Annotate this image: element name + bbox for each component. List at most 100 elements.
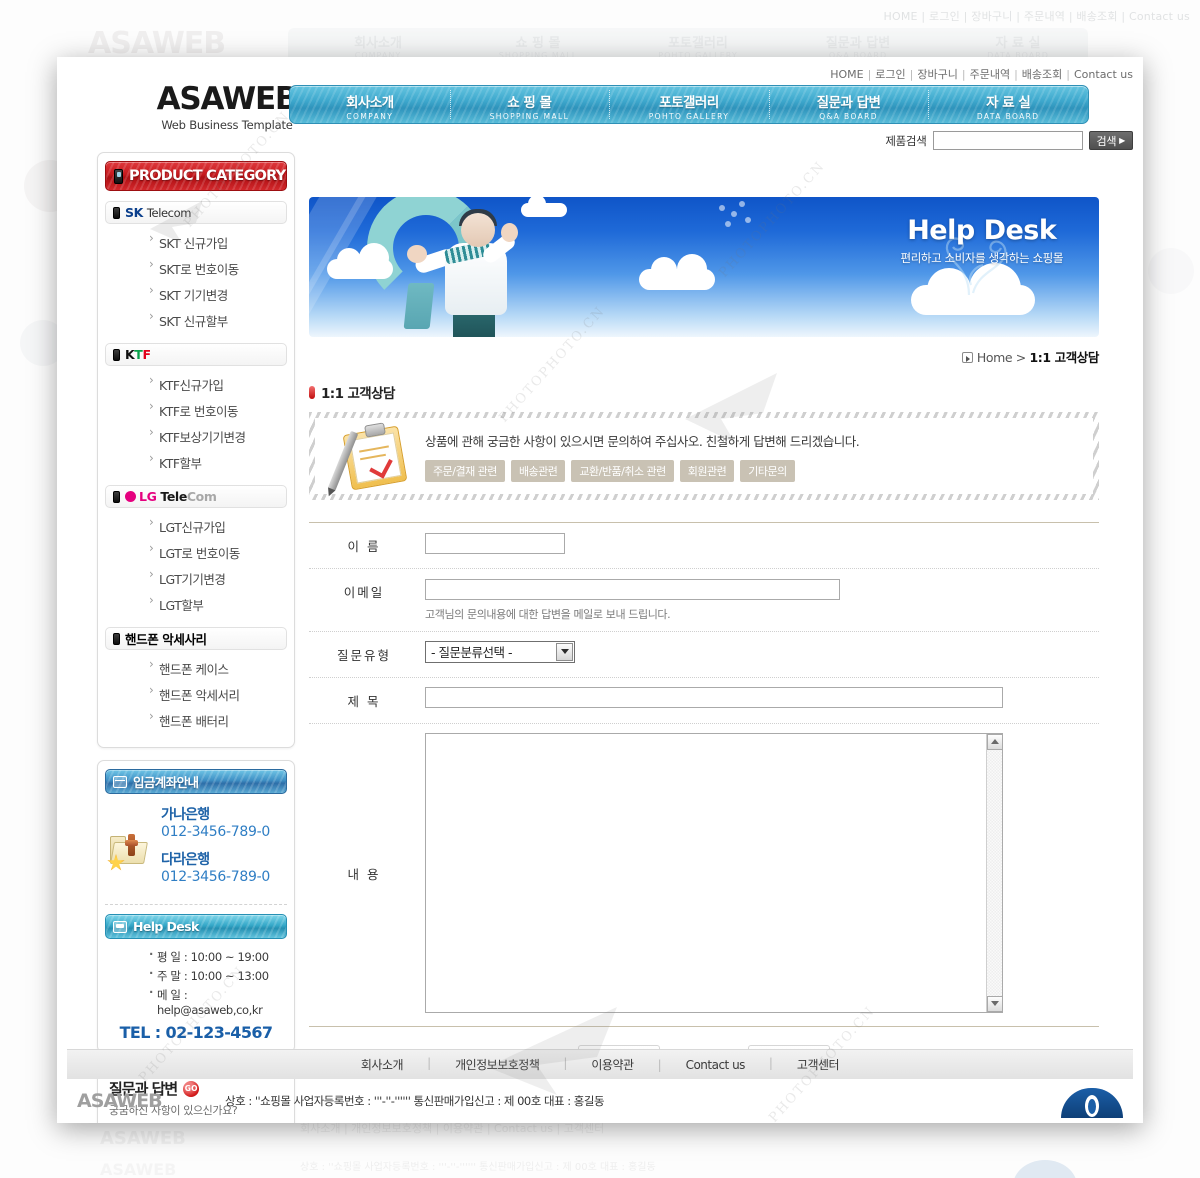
helpdesk-hours: 평 일 : 10:00 ~ 19:00 주 말 : 10:00 ~ 13:00 … (108, 947, 287, 1018)
nav-item-company[interactable]: 회사소개 COMPANY (290, 86, 450, 123)
menu-item-skt-new[interactable]: SKT 신규가입 (145, 229, 287, 255)
menu-item-skt-port[interactable]: SKT로 번호이동 (145, 255, 287, 281)
person-illustration (407, 209, 518, 337)
footer-logo: ASAWEB (77, 1090, 163, 1112)
helpdesk-weekday: 평 일 : 10:00 ~ 19:00 (148, 947, 287, 966)
textarea-scrollbar[interactable] (986, 733, 1003, 1012)
ghost-top-links: HOME | 로그인 | 장바구니 | 주문내역 | 배송조회 | Contac… (883, 10, 1190, 23)
breadcrumb-current: 1:1 고객상담 (1029, 350, 1099, 365)
nav-item-company-en: COMPANY (346, 112, 394, 121)
question-type-selected: - 질문분류선택 - (431, 645, 512, 660)
menu-item-lgt-install[interactable]: LGT할부 (145, 591, 287, 617)
menu-item-skt-install[interactable]: SKT 신규할부 (145, 307, 287, 333)
top-link-orders[interactable]: 주문내역 (970, 68, 1010, 81)
bank-helpdesk-panel: 입금계좌안내 가나은행 012-3456-789-0 다라은행 012-3456… (97, 760, 295, 1053)
ghost-logo-name: ASAWEB (88, 26, 226, 61)
brand-logo-sk-telecom: SK Telecom (125, 205, 192, 220)
breadcrumb-separator: > (1015, 350, 1026, 365)
brand-row-sk-telecom[interactable]: SK Telecom (105, 201, 287, 224)
clipboard-pencil-icon (327, 422, 413, 492)
brand-row-accessories[interactable]: 핸드폰 악세사리 (105, 627, 287, 650)
notice-tag-etc[interactable]: 기타문의 (740, 459, 795, 482)
footer: 회사소개 개인정보보호정책 이용약관 Contact us 고객센터 ASAWE… (57, 1049, 1143, 1123)
bankbook-icon (113, 775, 127, 788)
notice-tag-order[interactable]: 주문/결재 관련 (425, 459, 505, 482)
notice-tag-exchange[interactable]: 교환/반품/취소 관련 (571, 459, 674, 482)
chevron-down-icon[interactable] (556, 642, 573, 661)
hero-banner: Help Desk 편리하고 소비자를 생각하는 쇼핑몰 (309, 197, 1099, 337)
scroll-up-icon[interactable] (987, 733, 1003, 750)
helpdesk-telephone: TEL : 02-123-4567 (119, 1023, 273, 1042)
menu-item-lgt-change[interactable]: LGT기기변경 (145, 565, 287, 591)
subject-input[interactable] (425, 687, 1003, 708)
hero-title-block: Help Desk 편리하고 소비자를 생각하는 쇼핑몰 (901, 215, 1064, 266)
top-link-delivery[interactable]: 배송조회 (1022, 68, 1062, 81)
nav-item-shopping-mall[interactable]: 쇼 핑 몰 SHOPPING MALL (449, 86, 610, 123)
menu-sk-telecom: SKT 신규가입 SKT로 번호이동 SKT 기기변경 SKT 신규할부 (105, 229, 287, 333)
divider (105, 904, 287, 905)
email-hint: 고객님의 문의내용에 대한 답변을 메일로 보내 드립니다. (425, 607, 671, 621)
cloud-icon (639, 254, 715, 290)
product-search-button[interactable]: 검색 ▶ (1088, 131, 1133, 150)
nav-item-shopping-mall-en: SHOPPING MALL (489, 112, 570, 121)
footer-link-contact[interactable]: Contact us (658, 1058, 771, 1072)
cloud-icon (521, 197, 567, 217)
menu-item-ktf-change[interactable]: KTF보상기기변경 (145, 423, 287, 449)
menu-item-ktf-install[interactable]: KTF할부 (145, 449, 287, 475)
footer-link-company[interactable]: 회사소개 (335, 1056, 429, 1073)
name-input[interactable] (425, 532, 565, 554)
menu-item-skt-change[interactable]: SKT 기기변경 (145, 281, 287, 307)
brand-logo-ktf: KTF (125, 347, 151, 362)
helpdesk-weekend: 주 말 : 10:00 ~ 13:00 (148, 966, 287, 985)
main-content: Help Desk 편리하고 소비자를 생각하는 쇼핑몰 Home > 1:1 … (309, 197, 1099, 1080)
menu-item-phone-accessory[interactable]: 핸드폰 악세서리 (145, 681, 287, 707)
top-link-home[interactable]: HOME (830, 68, 863, 81)
menu-lg-telecom: LGT신규가입 LGT로 번호이동 LGT기기변경 LGT할부 (105, 513, 287, 617)
ghost-nav-item-2: 포토갤러리 POHTO GALLERY (658, 36, 738, 60)
email-input[interactable] (425, 578, 840, 600)
mobile-phone-icon (113, 206, 120, 219)
nav-item-photo-gallery-kr: 포토갤러리 (659, 95, 719, 111)
brand-row-lg-telecom[interactable]: LG TeleCom (105, 485, 287, 508)
inquiry-form: 이 름 이메일 고객님의 문의내용에 대한 답변을 메일로 보내 드립니다. 질… (309, 522, 1099, 1080)
footer-link-support[interactable]: 고객센터 (769, 1056, 865, 1073)
footer-link-privacy[interactable]: 개인정보보호정책 (427, 1056, 565, 1073)
notice-tag-delivery[interactable]: 배송관련 (510, 459, 566, 482)
form-label-question-type: 질문유형 (336, 647, 391, 663)
form-label-email: 이메일 (343, 585, 385, 600)
menu-item-lgt-new[interactable]: LGT신규가입 (145, 513, 287, 539)
sidebar: PRODUCT CATEGORY SK Telecom SKT 신규가입 SKT… (97, 152, 295, 1123)
notice-text: 상품에 관해 궁금한 사항이 있으시면 문의하여 주십사오. 친철하게 답변해 … (425, 433, 860, 449)
top-link-contact[interactable]: Contact us (1074, 68, 1133, 81)
form-row-subject: 제 목 (309, 678, 1099, 724)
ghost-nav-item-0: 회사소개 COMPANY (354, 36, 402, 60)
menu-item-phone-case[interactable]: 핸드폰 케이스 (145, 655, 287, 681)
nav-item-data-board[interactable]: 자 료 실 DATA BOARD (928, 86, 1088, 123)
ghost-blob-3 (1148, 248, 1194, 294)
content-textarea[interactable] (425, 732, 1003, 1013)
nav-item-photo-gallery[interactable]: 포토갤러리 POHTO GALLERY (609, 86, 769, 123)
top-link-login[interactable]: 로그인 (875, 68, 905, 81)
menu-item-ktf-port[interactable]: KTF로 번호이동 (145, 397, 287, 423)
menu-item-lgt-port[interactable]: LGT로 번호이동 (145, 539, 287, 565)
bank-name-2: 다라은행 (161, 852, 210, 868)
bankbook-stamp-icon (107, 826, 153, 872)
top-link-cart[interactable]: 장바구니 (917, 68, 957, 81)
helpdesk-header: Help Desk (105, 914, 287, 939)
breadcrumb-home[interactable]: Home (977, 350, 1013, 365)
menu-item-phone-battery[interactable]: 핸드폰 배터리 (145, 707, 287, 733)
product-search-input[interactable] (932, 131, 1083, 150)
notice-tag-member[interactable]: 회원관련 (679, 459, 735, 482)
product-category-title: PRODUCT CATEGORY (129, 168, 286, 184)
footer-info-bar: ASAWEB 상호 : ''쇼핑몰 사업자등록번호 : '''-''-'''''… (57, 1079, 1143, 1123)
footer-link-terms[interactable]: 이용약관 (563, 1056, 659, 1073)
footer-nav: 회사소개 개인정보보호정책 이용약관 Contact us 고객센터 (67, 1049, 1133, 1079)
top-utility-links: HOME | 로그인 | 장바구니 | 주문내역 | 배송조회 | Contact us (830, 68, 1133, 81)
title-bullet-icon (309, 385, 315, 399)
nav-item-qa-board[interactable]: 질문과 답변 Q&A BOARD (768, 86, 929, 123)
menu-item-ktf-new[interactable]: KTF신규가입 (145, 371, 287, 397)
bank-info-title: 입금계좌안내 (133, 775, 199, 790)
scroll-down-icon[interactable] (987, 995, 1003, 1012)
brand-row-ktf[interactable]: KTF (105, 343, 287, 366)
question-type-select[interactable]: - 질문분류선택 - (425, 640, 575, 663)
